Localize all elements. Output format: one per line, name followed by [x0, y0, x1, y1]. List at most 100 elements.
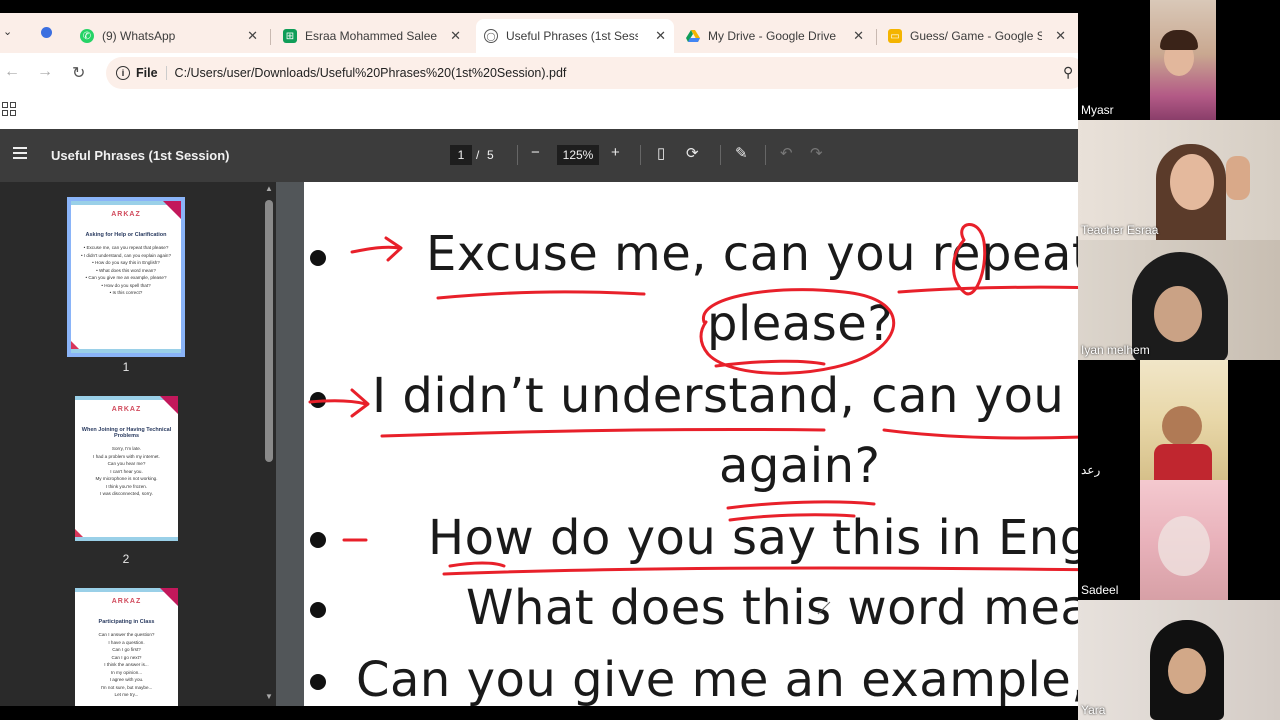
- thumb-heading: Participating in Class: [98, 619, 155, 625]
- forward-arrow-icon[interactable]: →: [37, 63, 53, 81]
- close-tab-icon[interactable]: ✕: [853, 28, 864, 44]
- thumb-line: Can you hear me?: [107, 461, 146, 466]
- thumb-line: My microphone is not working.: [95, 476, 158, 481]
- zoom-magnifier-icon[interactable]: ⚲: [1063, 64, 1073, 81]
- ink-underline: [442, 566, 1078, 576]
- info-icon[interactable]: i: [116, 66, 130, 80]
- hamburger-menu-icon[interactable]: [13, 147, 27, 159]
- pdf-viewport[interactable]: Excuse me, can you repeat that please? I…: [276, 182, 1078, 720]
- thumb-heading: Asking for Help or Clarification: [85, 232, 167, 238]
- participant-name: رعد: [1081, 463, 1101, 477]
- participant-name: Iyan melhem: [1081, 343, 1150, 357]
- thumb-corner: [163, 201, 181, 219]
- ink-underline: [882, 428, 1078, 440]
- thumbnail-sidebar: ARKAZ Asking for Help or Clarification •…: [0, 182, 276, 720]
- redo-icon[interactable]: ↷: [810, 144, 823, 162]
- globe-icon: ◯: [484, 29, 498, 43]
- reload-icon[interactable]: ↻: [72, 63, 85, 83]
- tab-google-drive[interactable]: My Drive - Google Drive ✕: [678, 19, 872, 53]
- bottom-strip: [0, 706, 1078, 720]
- screen: ⌄ ✆ (9) WhatsApp ✕ ⊞ Esraa Mohammed Sale…: [0, 0, 1280, 720]
- bullet: [310, 250, 326, 266]
- thumb-line: • I didn't understand, can you explain a…: [80, 252, 172, 258]
- undo-icon[interactable]: ↶: [780, 144, 793, 162]
- url-field[interactable]: i File C:/Users/user/Downloads/Useful%20…: [106, 57, 1078, 89]
- phrase-line-3: How do you say this in English?: [428, 510, 1078, 566]
- close-tab-icon[interactable]: ✕: [247, 28, 258, 44]
- thumbnail-number: 2: [122, 552, 130, 566]
- thumb-line: Can I go first?: [112, 647, 141, 652]
- thumb-lines: • Excuse me, can you repeat that please?…: [71, 244, 181, 297]
- annotate-pen-icon[interactable]: ✎: [735, 144, 748, 162]
- tab-search-chevron-icon[interactable]: ⌄: [3, 25, 12, 38]
- rotate-icon[interactable]: ⟳: [686, 144, 699, 162]
- close-tab-icon[interactable]: ✕: [1055, 28, 1066, 44]
- thumb-line: • Can you give me an example, please?: [85, 275, 167, 280]
- toolbar-divider: [640, 145, 641, 165]
- ink-underline: [714, 359, 826, 368]
- zoom-in-icon[interactable]: +: [611, 144, 620, 161]
- back-arrow-icon[interactable]: ←: [4, 63, 20, 81]
- toolbar-divider: [517, 145, 518, 165]
- thumb-line: In my opinion...: [110, 669, 143, 675]
- participant-tile[interactable]: رعد: [1078, 360, 1280, 480]
- toolbar-divider: [720, 145, 721, 165]
- tab-label: Useful Phrases (1st Session): [506, 29, 638, 43]
- tab-label: (9) WhatsApp: [102, 29, 176, 43]
- scroll-down-arrow-icon[interactable]: ▼: [265, 692, 273, 701]
- participant-video: [1150, 0, 1216, 120]
- slides-icon: ▭: [888, 29, 902, 43]
- zoom-out-icon[interactable]: −: [531, 144, 540, 161]
- video-participants-panel: Myasr Teacher Esraa Iyan melhem رعد Sade…: [1078, 0, 1280, 720]
- scroll-up-arrow-icon[interactable]: ▲: [265, 184, 273, 193]
- tab-label: My Drive - Google Drive: [708, 29, 837, 43]
- thumb-line: • How do you say this in English?: [92, 260, 160, 265]
- participant-tile[interactable]: Teacher Esraa: [1078, 120, 1280, 240]
- tab-group-dot-icon[interactable]: [41, 27, 52, 38]
- tab-whatsapp[interactable]: ✆ (9) WhatsApp ✕: [72, 19, 266, 53]
- tab-label: Esraa Mohammed Saleem: [305, 29, 437, 43]
- thumbnail-page-1[interactable]: ARKAZ Asking for Help or Clarification •…: [67, 197, 185, 357]
- scrollbar-thumb[interactable]: [265, 200, 273, 462]
- participant-tile[interactable]: Sadeel: [1078, 480, 1280, 600]
- tab-google-slides[interactable]: ▭ Guess/ Game - Google Slides ✕: [880, 19, 1074, 53]
- tab-divider: [876, 29, 877, 45]
- thumb-line: • Excuse me, can you repeat that please?: [83, 245, 169, 250]
- tab-label: Guess/ Game - Google Slides: [910, 29, 1042, 43]
- thumb-heading: When Joining or Having Technical Problem…: [81, 427, 172, 439]
- sheets-icon: ⊞: [283, 29, 297, 43]
- top-strip: [0, 0, 1078, 13]
- thumbnail-page-3[interactable]: ARKAZ Participating in Class Can I answe…: [75, 588, 178, 720]
- total-pages: 5: [487, 148, 494, 162]
- thumbnail-page-2[interactable]: ARKAZ When Joining or Having Technical P…: [75, 396, 178, 541]
- thumbnail-scrollbar[interactable]: ▲ ▼: [262, 182, 276, 720]
- page-number-input[interactable]: 1: [450, 145, 472, 165]
- participant-tile[interactable]: Iyan melhem: [1078, 240, 1280, 360]
- thumb-lines: Can I answer the question? I have a ques…: [75, 631, 178, 699]
- thumb-line: Let me try...: [114, 692, 139, 697]
- tab-useful-phrases[interactable]: ◯ Useful Phrases (1st Session) ✕: [476, 19, 674, 53]
- participant-tile[interactable]: Myasr: [1078, 0, 1280, 120]
- participant-tile[interactable]: Yara: [1078, 600, 1280, 720]
- apps-grid-icon[interactable]: [2, 102, 16, 116]
- participant-name: Myasr: [1081, 103, 1114, 117]
- close-tab-icon[interactable]: ✕: [655, 28, 666, 44]
- fit-page-icon[interactable]: ▯: [657, 144, 665, 162]
- thumb-line: I'm not sure, but maybe...: [100, 684, 153, 690]
- thumb-corner: [160, 396, 178, 414]
- close-tab-icon[interactable]: ✕: [450, 28, 461, 44]
- phrase-line-1-continued: please?: [707, 296, 894, 352]
- thumb-line: I think the answer is...: [104, 662, 149, 667]
- ink-underline: [897, 285, 1078, 294]
- browser-window: ⌄ ✆ (9) WhatsApp ✕ ⊞ Esraa Mohammed Sale…: [0, 0, 1078, 720]
- bullet: [310, 532, 326, 548]
- participant-name: Sadeel: [1081, 583, 1119, 597]
- thumb-bottom-band: [75, 537, 178, 541]
- tab-sheets[interactable]: ⊞ Esraa Mohammed Saleem ✕: [275, 19, 469, 53]
- drive-icon: [686, 29, 700, 43]
- pdf-title: Useful Phrases (1st Session): [51, 148, 230, 163]
- thumb-line: I agree with you.: [109, 677, 144, 682]
- url-text: C:/Users/user/Downloads/Useful%20Phrases…: [174, 66, 567, 80]
- pdf-page: Excuse me, can you repeat that please? I…: [304, 182, 1078, 707]
- zoom-level-input[interactable]: 125%: [557, 145, 599, 165]
